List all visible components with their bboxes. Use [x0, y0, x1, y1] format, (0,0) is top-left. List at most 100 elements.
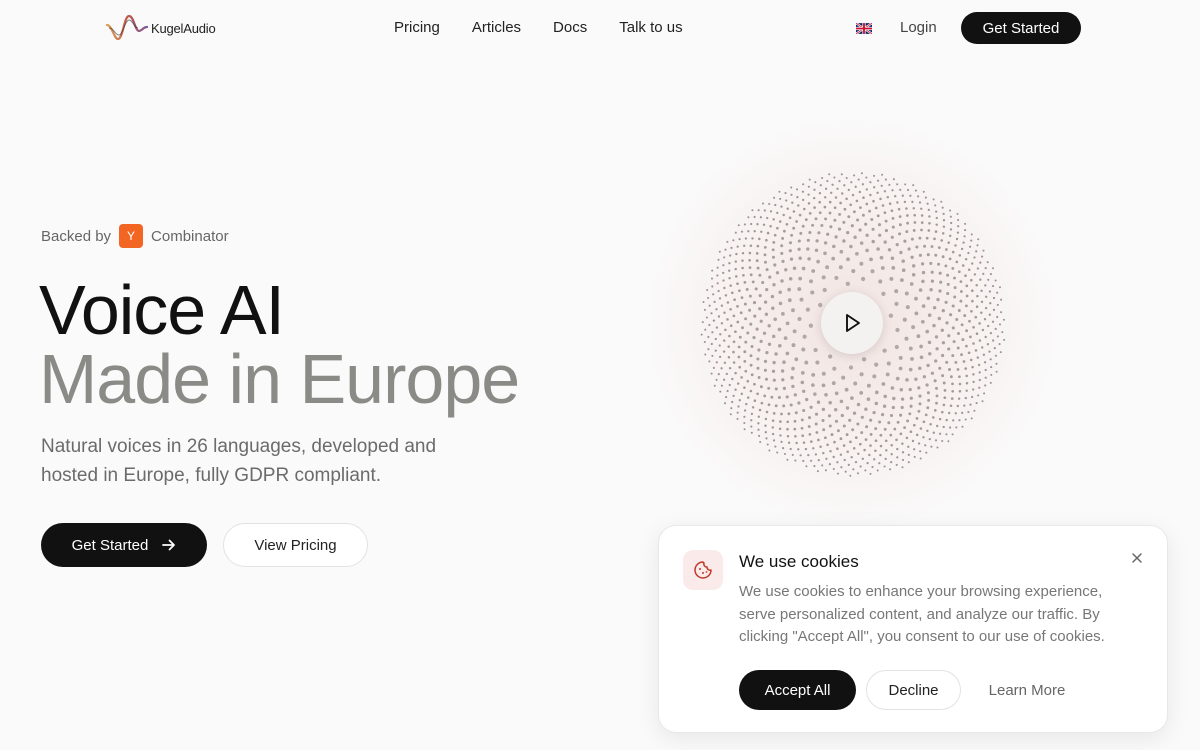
orb-dot	[740, 392, 744, 396]
orb-dot	[920, 228, 923, 232]
orb-dot	[738, 335, 742, 339]
orb-dot	[750, 431, 753, 434]
learn-more-button[interactable]: Learn More	[971, 670, 1083, 710]
brand-logo[interactable]: KugelAudio	[106, 13, 216, 43]
orb-dot	[764, 424, 767, 427]
orb-dot	[941, 255, 945, 259]
orb-dot	[795, 441, 798, 445]
orb-dot	[932, 416, 935, 419]
orb-dot	[953, 276, 956, 280]
hero-get-started-button[interactable]: Get Started	[41, 523, 207, 567]
orb-dot	[849, 203, 853, 207]
login-link[interactable]: Login	[900, 19, 937, 36]
orb-dot	[932, 198, 935, 201]
orb-dot	[749, 273, 753, 277]
close-icon[interactable]	[1127, 548, 1147, 568]
nav-link-articles[interactable]: Articles	[472, 19, 521, 36]
orb-dot	[892, 178, 895, 181]
orb-dot	[845, 176, 848, 180]
orb-dot	[727, 356, 731, 359]
orb-dot	[890, 444, 893, 447]
orb-dot	[984, 376, 987, 379]
orb-dot	[751, 280, 755, 284]
orb-dot	[743, 244, 746, 247]
orb-dot	[767, 342, 772, 346]
uk-flag-icon[interactable]	[856, 23, 872, 34]
orb-dot	[833, 176, 836, 179]
nav-link-pricing[interactable]: Pricing	[394, 19, 440, 36]
orb-dot	[965, 389, 968, 392]
orb-dot	[918, 394, 922, 398]
orb-dot	[797, 287, 802, 292]
orb-dot	[899, 278, 904, 283]
orb-dot	[968, 245, 972, 248]
orb-dot	[1003, 338, 1006, 341]
play-button[interactable]	[821, 292, 883, 354]
orb-dot	[918, 402, 922, 406]
orb-dot	[854, 436, 858, 439]
orb-dot	[711, 354, 714, 357]
orb-dot	[869, 193, 872, 197]
orb-dot	[730, 246, 733, 249]
orb-dot	[977, 363, 981, 367]
orb-dot	[758, 294, 762, 298]
orb-dot	[757, 428, 760, 431]
orb-dot	[971, 365, 974, 369]
orb-dot	[782, 386, 787, 391]
orb-dot	[929, 261, 933, 265]
orb-dot	[859, 465, 862, 468]
orb-dot	[729, 413, 732, 416]
orb-dot	[780, 251, 784, 255]
orb-dot	[938, 271, 942, 275]
brand-name: KugelAudio	[151, 20, 216, 36]
orb-dot	[901, 259, 905, 263]
accept-all-button[interactable]: Accept All	[739, 670, 856, 710]
orb-dot	[964, 222, 967, 225]
orb-dot	[949, 375, 953, 379]
orb-dot	[922, 420, 926, 424]
orb-dot	[908, 412, 912, 416]
orb-dot	[909, 430, 913, 434]
orb-dot	[981, 255, 984, 258]
orb-dot	[814, 248, 819, 253]
orb-dot	[787, 441, 791, 444]
orb-dot	[894, 289, 899, 294]
nav-link-docs[interactable]: Docs	[553, 19, 587, 36]
orb-dot	[850, 396, 854, 400]
nav-get-started-button[interactable]: Get Started	[961, 12, 1081, 44]
orb-dot	[763, 246, 767, 249]
orb-dot	[815, 360, 820, 365]
orb-dot	[930, 270, 934, 274]
orb-dot	[716, 266, 719, 269]
orb-dot	[812, 447, 815, 450]
orb-dot	[805, 397, 809, 402]
orb-dot	[904, 183, 907, 186]
decline-button[interactable]: Decline	[866, 670, 961, 710]
orb-dot	[902, 317, 907, 322]
view-pricing-button[interactable]: View Pricing	[223, 523, 368, 567]
orb-dot	[885, 449, 888, 452]
orb-dot	[989, 358, 992, 361]
orb-dot	[916, 334, 921, 339]
orb-dot	[716, 274, 719, 277]
orb-dot	[927, 313, 932, 317]
orb-dot	[736, 305, 739, 308]
orb-dot	[942, 425, 945, 429]
orb-dot	[999, 351, 1002, 354]
orb-dot	[879, 197, 882, 201]
orb-dot	[948, 368, 951, 371]
orb-dot	[953, 286, 957, 290]
orb-dot	[992, 308, 996, 312]
orb-dot	[874, 449, 877, 452]
orb-dot	[939, 280, 943, 284]
orb-dot	[975, 305, 979, 308]
orb-dot	[941, 410, 944, 414]
orb-dot	[749, 363, 753, 367]
orb-dot	[753, 399, 757, 402]
orb-dot	[909, 404, 913, 408]
orb-dot	[972, 373, 975, 376]
orb-dot	[822, 451, 825, 455]
orb-dot	[777, 395, 781, 400]
orb-dot	[843, 458, 846, 462]
nav-link-talk-to-us[interactable]: Talk to us	[619, 19, 682, 36]
